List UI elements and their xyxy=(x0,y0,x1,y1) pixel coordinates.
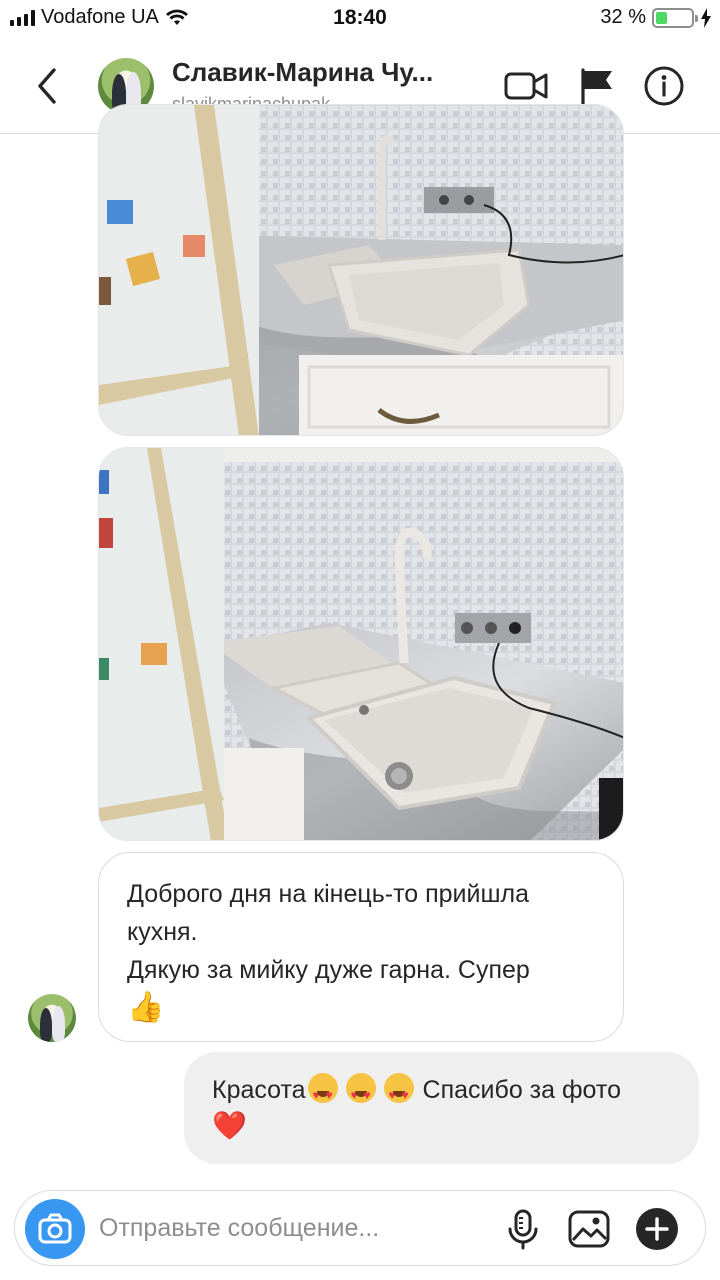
message-line-2: Дякую за мийку дуже гарна. Супер 👍 xyxy=(127,951,595,1028)
kitchen-photo-1[interactable] xyxy=(98,104,624,436)
message-composer xyxy=(14,1190,706,1266)
flag-icon[interactable] xyxy=(576,66,620,106)
message-line-2-text: Дякую за мийку дуже гарна. Супер xyxy=(127,956,530,984)
outgoing-text-a: Красота xyxy=(212,1076,306,1104)
outgoing-text-b: Спасибо за фото xyxy=(422,1076,621,1104)
back-icon[interactable] xyxy=(28,64,68,108)
message-input[interactable] xyxy=(99,1191,499,1265)
video-camera-icon[interactable] xyxy=(504,66,548,106)
outgoing-message-bubble[interactable]: Красота Спасибо за фото ❤️ xyxy=(184,1052,699,1164)
direct-message-screen: Vodafone UA 18:40 32 % Славик-Марина Чу.… xyxy=(0,0,720,1280)
thumbs-up-emoji: 👍 xyxy=(127,991,165,1024)
message-line-1: Доброго дня на кінець-то прийшла кухня. xyxy=(127,880,530,946)
incoming-message-bubble[interactable]: Доброго дня на кінець-то прийшла кухня. … xyxy=(98,852,624,1042)
status-bar: Vodafone UA 18:40 32 % xyxy=(0,0,720,38)
heart-eyes-emoji xyxy=(306,1073,416,1113)
kitchen-photo-image xyxy=(99,448,623,840)
charging-bolt-icon xyxy=(701,7,711,28)
camera-icon xyxy=(38,1213,72,1244)
battery-icon xyxy=(652,7,698,28)
battery-percent: 32 % xyxy=(600,6,646,28)
kitchen-photo-image xyxy=(99,105,623,435)
red-heart-emoji: ❤️ xyxy=(212,1110,247,1141)
camera-button[interactable] xyxy=(25,1199,85,1259)
microphone-icon[interactable] xyxy=(499,1205,547,1253)
kitchen-photo-2[interactable] xyxy=(98,447,624,841)
info-icon[interactable] xyxy=(642,66,686,106)
plus-icon[interactable] xyxy=(633,1205,681,1253)
sender-avatar[interactable] xyxy=(28,994,76,1042)
gallery-icon[interactable] xyxy=(565,1205,613,1253)
contact-name[interactable]: Славик-Марина Чу... xyxy=(172,57,433,88)
battery-info: 32 % xyxy=(600,6,712,29)
